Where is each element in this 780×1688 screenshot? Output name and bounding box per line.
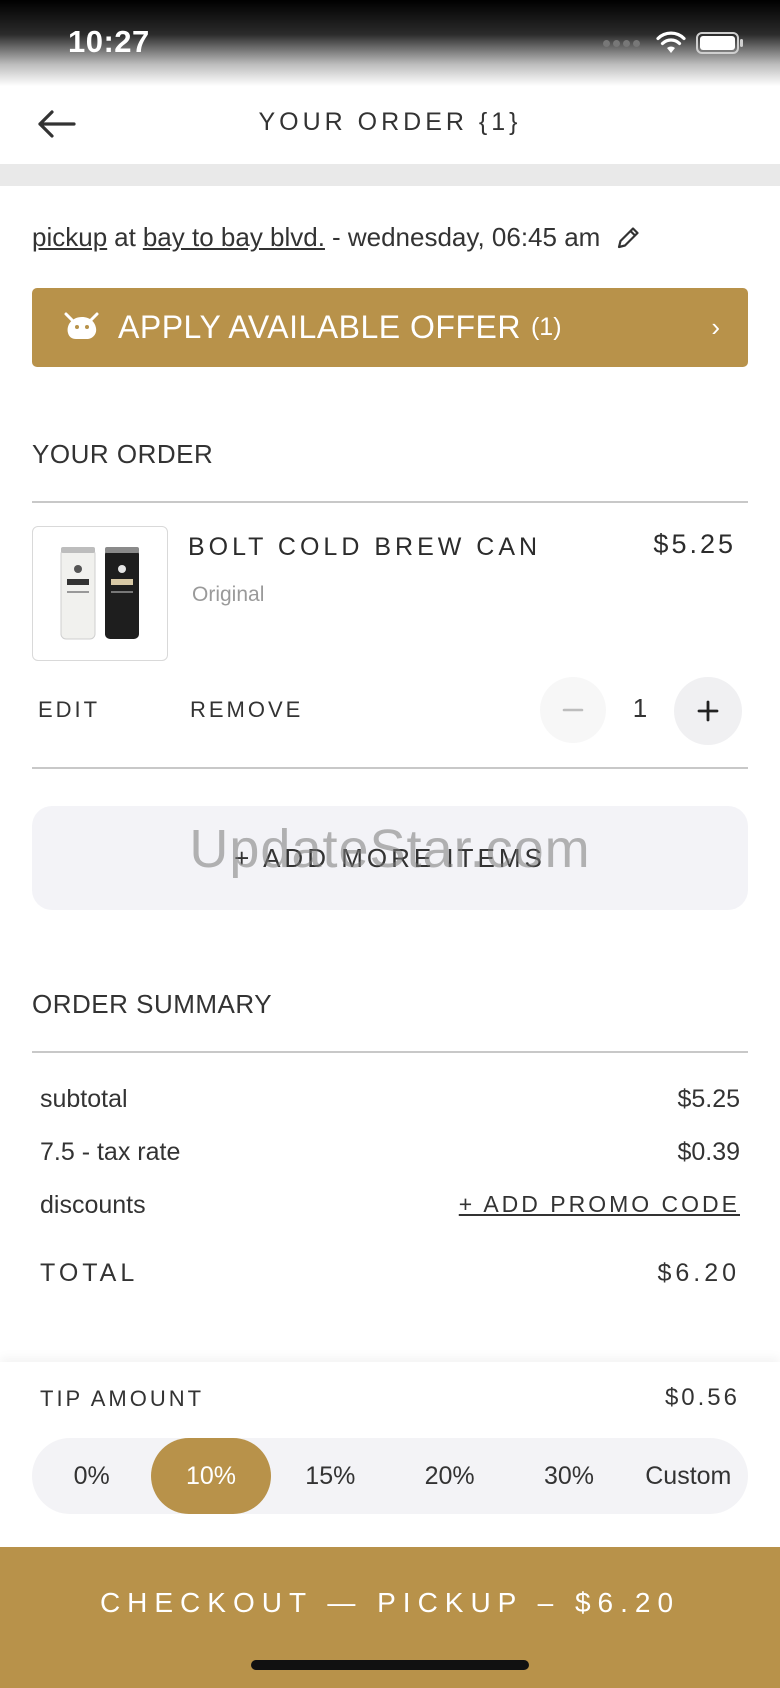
header-divider <box>0 164 780 186</box>
pickup-location-link[interactable]: bay to bay blvd. <box>143 222 325 253</box>
add-more-items-button[interactable]: + ADD MORE ITEMS <box>32 806 748 910</box>
item-price: $5.25 <box>653 529 736 559</box>
tip-panel: TIP AMOUNT $0.56 0% 10% 15% 20% 30% Cust… <box>0 1362 780 1547</box>
tax-row: 7.5 - tax rate $0.39 <box>40 1138 740 1167</box>
bull-logo-icon <box>64 312 99 339</box>
total-label: TOTAL <box>40 1259 139 1287</box>
tip-selector: 0% 10% 15% 20% 30% Custom <box>32 1438 748 1514</box>
add-promo-code-link[interactable]: + ADD PROMO CODE <box>459 1191 740 1220</box>
quantity-value: 1 <box>632 693 648 723</box>
order-divider-top <box>32 501 748 503</box>
status-bar: 10:27 <box>0 0 780 86</box>
total-value: $6.20 <box>657 1259 740 1287</box>
pickup-connector: at <box>114 222 136 252</box>
item-name: BOLT COLD BREW CAN <box>188 533 542 561</box>
item-thumbnail <box>32 526 168 661</box>
tip-option-15[interactable]: 15% <box>271 1438 390 1514</box>
tip-option-custom[interactable]: Custom <box>629 1438 748 1514</box>
battery-icon <box>696 32 743 54</box>
cold-brew-cans-image <box>60 547 139 640</box>
order-divider-bottom <box>32 767 748 769</box>
pickup-mode-link[interactable]: pickup <box>32 222 107 253</box>
discounts-row: discounts + ADD PROMO CODE <box>40 1191 740 1220</box>
remove-item-button[interactable]: REMOVE <box>190 697 303 723</box>
total-row: TOTAL $6.20 <box>40 1259 740 1288</box>
order-heading: YOUR ORDER <box>32 439 214 469</box>
increase-quantity-button[interactable] <box>674 677 742 745</box>
pickup-details: pickup at bay to bay blvd. - wednesday, … <box>32 222 642 253</box>
home-indicator <box>251 1660 529 1670</box>
status-icons <box>603 28 744 58</box>
discounts-label: discounts <box>40 1191 146 1219</box>
edit-item-button[interactable]: EDIT <box>38 697 100 723</box>
subtotal-label: subtotal <box>40 1085 128 1113</box>
tip-amount: $0.56 <box>664 1384 740 1411</box>
tip-option-10[interactable]: 10% <box>151 1438 271 1514</box>
offer-label: APPLY AVAILABLE OFFER <box>118 309 521 345</box>
apply-offer-button[interactable]: APPLY AVAILABLE OFFER (1) › <box>32 288 748 367</box>
tip-option-30[interactable]: 30% <box>509 1438 628 1514</box>
summary-heading: ORDER SUMMARY <box>32 989 273 1019</box>
navigation-bar: YOUR ORDER {1} <box>0 86 780 164</box>
minus-icon <box>562 708 584 712</box>
wifi-icon <box>656 31 686 53</box>
offer-count: (1) <box>530 313 562 341</box>
status-time: 10:27 <box>68 24 150 59</box>
decrease-quantity-button[interactable] <box>540 677 606 743</box>
tax-label: 7.5 - tax rate <box>40 1138 181 1166</box>
tip-option-0[interactable]: 0% <box>32 1438 151 1514</box>
summary-divider <box>32 1051 748 1053</box>
pencil-icon[interactable] <box>614 224 642 252</box>
tax-value: $0.39 <box>677 1138 740 1166</box>
page-title: YOUR ORDER {1} <box>258 108 522 136</box>
pickup-schedule: - wednesday, 06:45 am <box>331 222 601 252</box>
tip-label: TIP AMOUNT <box>40 1386 205 1411</box>
tip-option-20[interactable]: 20% <box>390 1438 509 1514</box>
subtotal-value: $5.25 <box>677 1085 740 1113</box>
signal-icon <box>603 39 640 47</box>
subtotal-row: subtotal $5.25 <box>40 1085 740 1114</box>
plus-icon <box>697 700 719 722</box>
item-variant: Original <box>192 583 265 606</box>
chevron-right-icon: › <box>711 312 720 342</box>
